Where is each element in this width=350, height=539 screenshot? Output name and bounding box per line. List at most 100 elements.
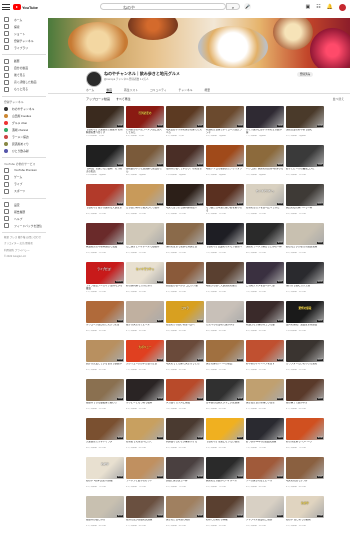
video-thumbnail[interactable]: 08:57 xyxy=(206,418,244,440)
more-service-item[interactable]: ライブ xyxy=(0,181,48,188)
video-card[interactable]: 10:55 深夜のラーメン屋台でしめの一杯 8.0千回視聴・2か月前 xyxy=(246,223,284,259)
subscription-item[interactable]: グルメ chan xyxy=(0,119,48,126)
video-card[interactable]: 11:20 老舗の定食屋でボリューム満点ランチ 9.4千回視聴・1週間前 xyxy=(206,106,244,142)
video-thumbnail[interactable]: コリラ 12:26 xyxy=(166,301,204,323)
play-all-button[interactable]: すべて再生 xyxy=(116,97,131,101)
video-thumbnail[interactable]: 14:11 xyxy=(166,184,204,206)
video-card[interactable]: 08:57 【ねのや】常連になりたい酒場 3.3千回視聴・6か月前 xyxy=(206,418,244,454)
video-card[interactable]: 14:25 夜の横丁で飲み歩き 6.7千回視聴・6か月前 xyxy=(286,379,324,415)
video-thumbnail[interactable]: 09:45 xyxy=(126,457,164,479)
menu-icon[interactable] xyxy=(2,4,10,10)
video-thumbnail[interactable]: 13:40 xyxy=(166,379,204,401)
video-card[interactable]: 10:22 もつ鍋と日本酒で寒い夜を乗り切る 4.3千回視聴・1か月前 xyxy=(206,184,244,220)
video-thumbnail[interactable]: 10:10 xyxy=(166,340,204,362)
video-card[interactable]: 13:14 おつまみ100円の激安居酒屋 7.3千回視聴・7か月前 xyxy=(246,418,284,454)
video-card[interactable]: 12:19 焼き鳥屋のレバーが絶品 5.0千回視聴・5か月前 xyxy=(206,340,244,376)
video-card[interactable]: 09:12 焼き魚定食が美味しい食堂 3.7千回視聴・6か月前 xyxy=(246,379,284,415)
video-card[interactable]: 12:31 【ねのや】大衆酒場で昼飲み 名物料理を食べ尽くす 1.2万回視聴・1日前 xyxy=(86,106,124,142)
video-card[interactable]: 09:20 ソース焼きそばとビール 4.9千回視聴・8か月前 xyxy=(246,457,284,493)
video-thumbnail[interactable]: 10:28 xyxy=(166,457,204,479)
sidebar-item[interactable]: 探索 xyxy=(0,23,48,30)
video-card[interactable]: 09:36 初めての角打ち体験 3.0千回視聴・9か月前 xyxy=(206,496,244,532)
video-thumbnail[interactable]: ライブだヨ！ 1:02:15 xyxy=(86,262,124,284)
video-card[interactable]: 13:40 デカ盛りカツ丼に挑戦 7.8千回視聴・5か月前 xyxy=(166,379,204,415)
video-thumbnail[interactable]: 11:59 xyxy=(126,496,164,518)
video-thumbnail[interactable]: ねのや 20:04 xyxy=(86,457,124,479)
video-card[interactable]: 08:45 昭和レトロな喫茶店でナポリタン 4.9千回視聴・3週間前 xyxy=(206,145,244,181)
sidebar-item[interactable]: ショート xyxy=(0,30,48,37)
video-thumbnail[interactable]: 12:31 xyxy=(86,106,124,128)
video-thumbnail[interactable]: 10:50 xyxy=(86,418,124,440)
sort-button[interactable]: 並べ替え xyxy=(333,97,344,101)
video-card[interactable]: 11:47 餃子とビールの最強コンビ 5.6千回視聴・1か月前 xyxy=(286,145,324,181)
sidebar-item[interactable]: もっと見る xyxy=(0,86,48,93)
video-card[interactable]: 行列必至の 15:02 行列必至の人気ラーメン店に潜入してみた 8.3千回視聴・3日前 xyxy=(126,106,164,142)
video-card[interactable]: 09:27 カウンターだけの小さな酒場 3.4千回視聴・5か月前 xyxy=(286,340,324,376)
video-card[interactable]: 14:11 地元で愛される焼肉屋を紹介 9.1千回視聴・1か月前 xyxy=(166,184,204,220)
video-thumbnail[interactable]: 10:06 xyxy=(126,223,164,245)
video-card[interactable]: 10:28 熱燗と焼き魚で一杯 3.5千回視聴・7か月前 xyxy=(166,457,204,493)
settings-item[interactable]: ヘルプ xyxy=(0,215,48,222)
video-card[interactable]: 12:40 港町の食堂で新鮮な刺身定食 4.4千回視聴・2か月前 xyxy=(166,223,204,259)
video-card[interactable]: 10:47 地元民おすすめの焼き鳥屋でせんべろ 6.1千回視聴・5日前 xyxy=(166,106,204,142)
sidebar-item[interactable]: 後で見る xyxy=(0,72,48,79)
video-thumbnail[interactable]: 12:40 xyxy=(166,223,204,245)
video-card[interactable]: 10:10 地元のうどん屋で天ぷらうどん 3.9千回視聴・4か月前 xyxy=(166,340,204,376)
video-card[interactable]: 05:12 チャンネル開設のご挨拶 2.8千回視聴・9か月前 xyxy=(246,496,284,532)
video-thumbnail[interactable]: 09:36 xyxy=(206,496,244,518)
video-card[interactable]: 14:03 せんべろの聖地で飲み歩き 8.6千回視聴・4か月前 xyxy=(206,301,244,337)
video-thumbnail[interactable]: 驚愕の値段 13:51 xyxy=(286,301,324,323)
video-thumbnail[interactable]: 09:20 xyxy=(246,457,284,479)
video-card[interactable]: 10:31 日本酒の品揃えがすごい居酒屋 4.0千回視聴・6か月前 xyxy=(206,379,244,415)
video-thumbnail[interactable]: 05:12 xyxy=(246,496,284,518)
sidebar-item[interactable]: 高く評価した動画 xyxy=(0,79,48,86)
search-input[interactable]: ねのや xyxy=(100,3,226,10)
video-card[interactable]: ねのや 07:48 ねのや はじめての動画 2.5千回視聴・9か月前 xyxy=(286,496,324,532)
video-thumbnail[interactable]: 11:58 xyxy=(86,223,124,245)
video-thumbnail[interactable]: ねのや 07:48 xyxy=(286,496,324,518)
footer-links[interactable]: 利用規約 プライバシー xyxy=(0,249,48,253)
video-card[interactable]: 15:27 ご当地グルメを食べ歩く旅 7.4千回視聴・3か月前 xyxy=(246,262,284,298)
video-card[interactable]: コリラ 12:26 名店のからあげを食べ比べ 5.8千回視聴・4か月前 xyxy=(166,301,204,337)
sidebar-item[interactable]: 自分の動画 xyxy=(0,65,48,72)
sidebar-item[interactable]: 履歴 xyxy=(0,58,48,65)
footer-links[interactable]: 概要 プレス 著作権 お問い合わせ xyxy=(0,236,48,240)
subscription-item[interactable]: 酒場 channel xyxy=(0,126,48,133)
video-thumbnail[interactable]: 11:47 xyxy=(286,145,324,167)
video-card[interactable]: 12:09 刺身盛り合わせが豪華すぎる 6.5千回視聴・6か月前 xyxy=(166,418,204,454)
settings-item[interactable]: 報告履歴 xyxy=(0,208,48,215)
video-card[interactable]: 10:02 昼飲みの楽しみ方 3.1千回視聴・8か月前 xyxy=(86,496,124,532)
video-card[interactable]: セイキでつやっ 12:50 名物の串カツを食べ比べてみた 7.2千回視聴・1か月前 xyxy=(246,184,284,220)
more-service-item[interactable]: スポーツ xyxy=(0,188,48,195)
video-card[interactable]: 11:25 名物おでんを食べに行く 5.1千回視聴・6か月前 xyxy=(126,418,164,454)
video-card[interactable]: 10:17 昼から天ぷらとビール 4.7千回視聴・3か月前 xyxy=(126,301,164,337)
video-thumbnail[interactable]: 10:17 xyxy=(126,301,164,323)
video-thumbnail[interactable]: 11:44 xyxy=(86,301,124,323)
video-thumbnail[interactable]: 18:02 xyxy=(246,145,284,167)
video-card[interactable]: 18:02 ハシゴ酒！駅前の名店を3軒まわる 7.0千回視聴・3週間前 xyxy=(246,145,284,181)
video-card[interactable]: 驚愕の値段 13:51 驚愕の値段！激安食堂を調査 1.3万回視聴・4か月前 xyxy=(286,301,324,337)
video-thumbnail[interactable]: 大ボリュー 11:36 xyxy=(126,340,164,362)
video-card[interactable]: 10:33 海鮮丼が安くてデカい！市場食堂 1.1万回視聴・3週間前 xyxy=(166,145,204,181)
video-thumbnail[interactable]: 10:31 xyxy=(206,379,244,401)
video-thumbnail[interactable]: 11:11 xyxy=(286,223,324,245)
subscription-item[interactable]: ラーメン探訪 xyxy=(0,133,48,140)
video-card[interactable]: ライブだヨ！ 1:02:15 ライブ配信アーカイブ 飲みながら雑談 2.1千回視聴・2… xyxy=(86,262,124,298)
video-thumbnail[interactable]: 13:09 xyxy=(246,106,284,128)
subscription-item[interactable]: 山田屋 Foodies xyxy=(0,112,48,119)
video-thumbnail[interactable]: 10:55 xyxy=(246,223,284,245)
video-card[interactable]: 13:36 【ねのや】昼から飲める大衆食堂 6.4千回視聴・1か月前 xyxy=(86,184,124,220)
create-video-icon[interactable]: ▣ xyxy=(306,3,311,11)
video-thumbnail[interactable]: 12:12 xyxy=(126,145,164,167)
video-thumbnail[interactable]: 09:30 xyxy=(86,340,124,362)
video-thumbnail[interactable]: 12:47 xyxy=(286,457,324,479)
subscribe-button[interactable]: 登録済み xyxy=(297,72,313,77)
mic-icon[interactable]: 🎤 xyxy=(244,3,251,10)
video-card[interactable]: 13:22 【ねのや】話題のホルモン酒場へ 7.9千回視聴・2か月前 xyxy=(206,223,244,259)
footer-links[interactable]: クリエイター 広告 開発者 xyxy=(0,242,48,246)
video-thumbnail[interactable]: 09:12 xyxy=(246,379,284,401)
apps-icon[interactable]: ☷ xyxy=(316,3,320,11)
video-card[interactable]: 10:41 焼き鳥と日本酒で晩酌 4.4千回視聴・8か月前 xyxy=(166,496,204,532)
video-thumbnail[interactable]: 15:27 xyxy=(246,262,284,284)
video-card[interactable]: 12:05 立ち食い寿司で贅沢ひとり飲み 8.8千回視聴・1か月前 xyxy=(126,184,164,220)
